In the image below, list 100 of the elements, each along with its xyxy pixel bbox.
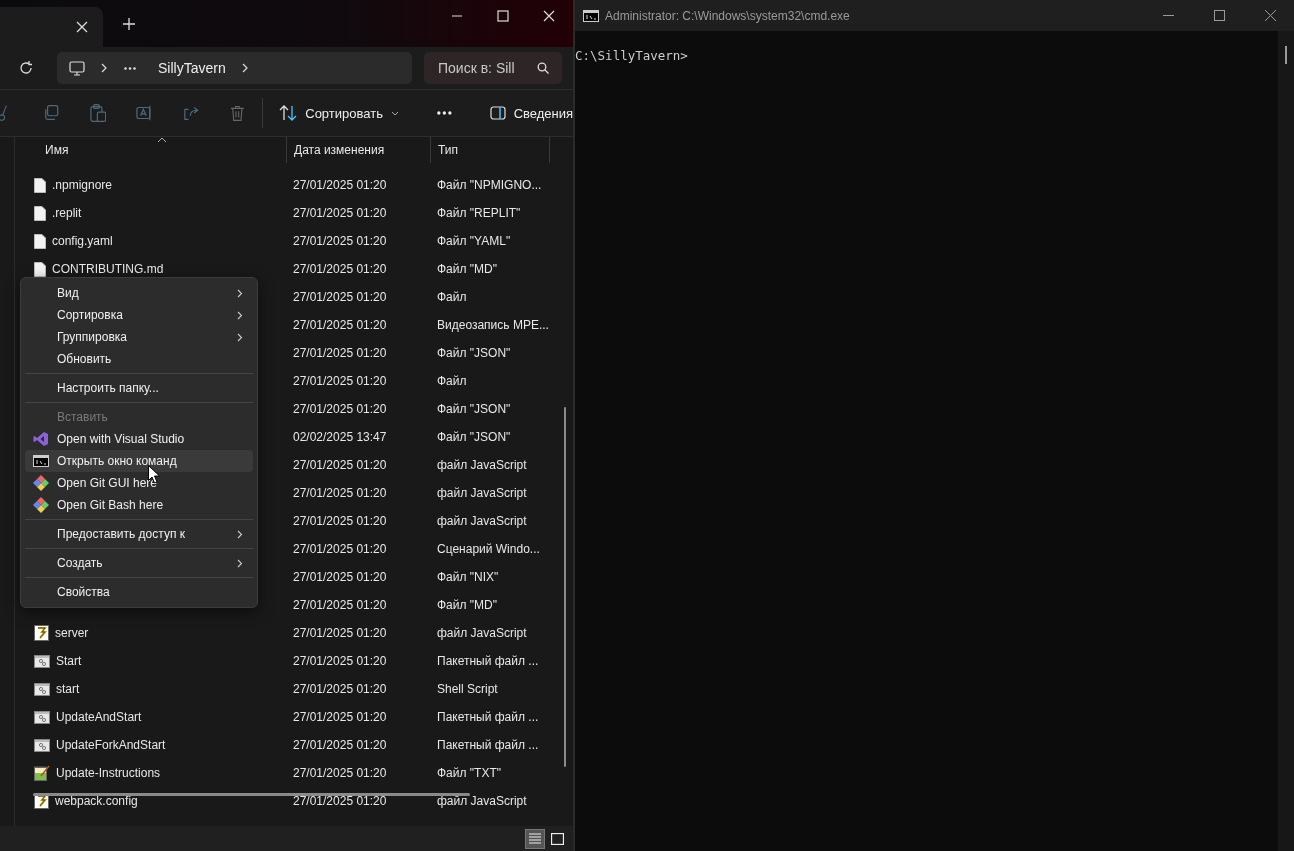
- file-type: Файл "MD": [436, 262, 499, 276]
- modified-date: 27/01/2025 01:20: [292, 346, 388, 360]
- file-name[interactable]: config.yaml: [52, 234, 113, 248]
- menu-item[interactable]: Обновить: [25, 348, 253, 370]
- share-icon[interactable]: [183, 105, 200, 121]
- sort-button[interactable]: Сортировать: [279, 101, 399, 125]
- file-type: Файл "JSON": [436, 346, 512, 360]
- file-type: Shell Script: [436, 682, 499, 696]
- file-name[interactable]: start: [56, 682, 80, 696]
- trash-icon[interactable]: [229, 104, 245, 122]
- menu-item[interactable]: Свойства: [25, 581, 253, 603]
- modified-date: 27/01/2025 01:20: [292, 458, 388, 472]
- scrollbar-thumb[interactable]: [1285, 46, 1287, 64]
- file-type: Файл: [436, 374, 468, 388]
- diamond-logo-icon: [33, 497, 49, 513]
- file-name[interactable]: .npmignore: [52, 178, 113, 192]
- batch-file-icon: [34, 654, 50, 668]
- modified-date: 27/01/2025 01:20: [292, 290, 388, 304]
- batch-file-icon: [34, 710, 50, 724]
- modified-date: 27/01/2025 01:20: [292, 178, 388, 192]
- modified-date: 27/01/2025 01:20: [292, 318, 388, 332]
- file-name[interactable]: Update-Instructions: [56, 766, 161, 780]
- details-button[interactable]: Сведения: [489, 101, 574, 125]
- chevron-icon[interactable]: [241, 63, 249, 73]
- modified-date: 27/01/2025 01:20: [292, 374, 388, 388]
- file-type: Файл "MD": [436, 598, 499, 612]
- modified-date: 27/01/2025 01:20: [292, 682, 388, 696]
- modified-date: 27/01/2025 01:20: [292, 794, 388, 808]
- side-panel-icon: [489, 106, 506, 120]
- file-type: файл JavaScript: [436, 626, 528, 640]
- file-type: Файл "NIX": [436, 570, 500, 584]
- modified-date: 27/01/2025 01:20: [292, 654, 388, 668]
- file-type: Файл "TXT": [436, 766, 503, 780]
- menu-item[interactable]: Открыть окно команд: [25, 450, 253, 472]
- file-type: Файл "NPMIGNO...: [436, 178, 543, 192]
- column-header[interactable]: Имя: [15, 137, 286, 163]
- infinity-logo-icon: [33, 431, 49, 447]
- horizontal-scrollbar[interactable]: [33, 793, 470, 796]
- script-file-icon: [34, 625, 49, 641]
- file-type: Пакетный файл ...: [436, 654, 540, 668]
- modified-date: 27/01/2025 01:20: [292, 570, 388, 584]
- file-name[interactable]: UpdateForkAndStart: [56, 738, 166, 752]
- file-icon: [34, 233, 46, 249]
- file-type: файл JavaScript: [436, 514, 528, 528]
- menu-item[interactable]: Настроить папку...: [25, 377, 253, 399]
- caret-icon: [390, 110, 399, 116]
- file-type: Файл "YAML": [436, 234, 512, 248]
- menu-item[interactable]: Создать: [25, 552, 253, 574]
- file-icon: [34, 205, 46, 221]
- window-title: Administrator: C:\Windows\system32\cmd.exe: [605, 8, 850, 23]
- diamond-logo-icon: [33, 475, 49, 491]
- file-name[interactable]: UpdateAndStart: [56, 710, 142, 724]
- notepad-icon: [34, 765, 50, 781]
- command-prompt: C:\SillyTavern>: [575, 48, 688, 63]
- menu-item[interactable]: Предоставить доступ к: [25, 523, 253, 545]
- monitor-icon: [69, 60, 85, 76]
- chevron-icon[interactable]: [101, 63, 108, 73]
- vertical-scrollbar[interactable]: [564, 407, 566, 767]
- menu-item[interactable]: Группировка: [25, 326, 253, 348]
- breadcrumb-item[interactable]: SillyTavern: [158, 60, 226, 76]
- file-type: Сценарий Windo...: [436, 542, 541, 556]
- search-field[interactable]: Поиск в: Sill: [424, 52, 562, 84]
- modified-date: 27/01/2025 01:20: [292, 514, 388, 528]
- file-name[interactable]: webpack.config: [55, 794, 138, 808]
- more-icon[interactable]: [124, 66, 136, 70]
- file-type: Пакетный файл ...: [436, 710, 540, 724]
- column-header[interactable]: Дата изменения: [286, 137, 430, 163]
- plus-icon[interactable]: [123, 18, 135, 30]
- menu-item[interactable]: Open Git Bash here: [25, 494, 253, 516]
- sort-arrows-icon: [279, 105, 298, 121]
- column-header[interactable]: Тип: [430, 137, 550, 163]
- modified-date: 02/02/2025 13:47: [292, 430, 388, 444]
- file-type: Файл: [436, 290, 468, 304]
- menu-item[interactable]: Сортировка: [25, 304, 253, 326]
- sort-caret-icon: [157, 137, 167, 143]
- file-name[interactable]: .replit: [52, 206, 82, 220]
- file-type: Пакетный файл ...: [436, 738, 540, 752]
- menu-item[interactable]: Вид: [25, 282, 253, 304]
- menu-item[interactable]: Open with Visual Studio: [25, 428, 253, 450]
- menu-item[interactable]: Open Git GUI here: [25, 472, 253, 494]
- scissors-icon[interactable]: [0, 104, 8, 122]
- file-name[interactable]: Start: [56, 654, 82, 668]
- file-name[interactable]: server: [55, 626, 89, 640]
- search-icon: [537, 62, 549, 74]
- close-icon[interactable]: [1265, 10, 1276, 21]
- modified-date: 27/01/2025 01:20: [292, 738, 388, 752]
- batch-file-icon: [34, 682, 50, 696]
- more-icon[interactable]: [436, 111, 452, 115]
- refresh-icon[interactable]: [19, 61, 33, 75]
- file-name[interactable]: CONTRIBUTING.md: [52, 262, 164, 276]
- details-view-button[interactable]: [525, 828, 545, 849]
- console-icon: [33, 455, 49, 467]
- address-bar[interactable]: SillyTavern: [57, 52, 412, 84]
- file-type: файл JavaScript: [436, 458, 528, 472]
- file-type: Видеозапись MPE...: [436, 318, 550, 332]
- file-type: Файл "REPLIT": [436, 206, 522, 220]
- modified-date: 27/01/2025 01:20: [292, 402, 388, 416]
- clipboard-icon[interactable]: [89, 103, 107, 123]
- maximize-icon[interactable]: [1214, 10, 1225, 21]
- copy-icon[interactable]: [43, 104, 60, 122]
